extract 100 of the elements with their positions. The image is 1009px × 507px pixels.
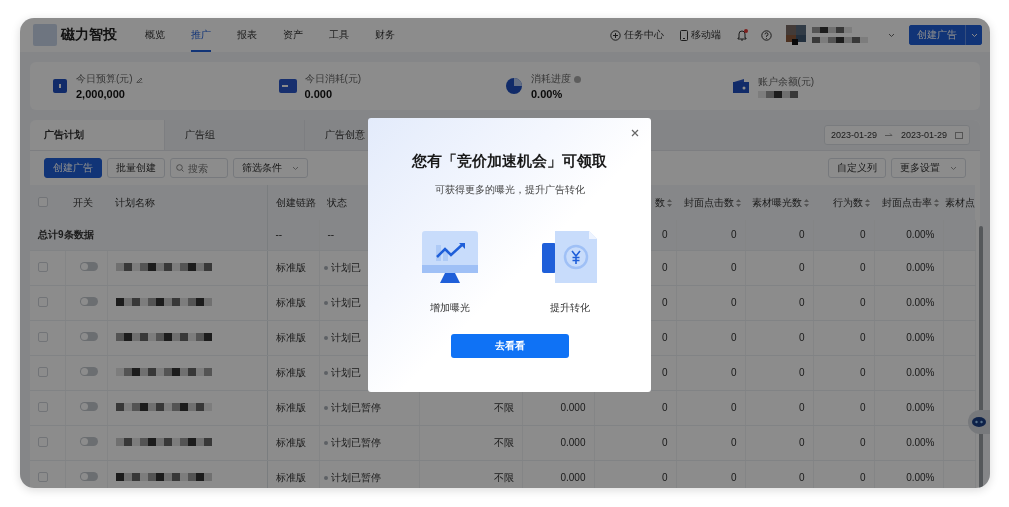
nav-tab[interactable]: 报表 <box>237 18 257 52</box>
tab[interactable]: 广告组 <box>165 120 305 150</box>
table-cell: 0 <box>730 262 737 273</box>
table-cell: 0 <box>661 229 668 241</box>
nav-tab[interactable]: 财务 <box>375 18 395 52</box>
column-header: 创建链路 <box>275 196 316 208</box>
calendar-icon <box>955 131 963 139</box>
stat-value: 0.000 <box>304 88 334 100</box>
toggle-switch[interactable] <box>79 472 98 481</box>
close-button[interactable] <box>631 129 639 137</box>
date-range-field[interactable]: 2023-01-29 2023-01-29 <box>823 125 970 145</box>
tab[interactable]: 广告计划 <box>30 120 165 150</box>
table-cell: 标准版 <box>275 296 306 308</box>
filter-dropdown[interactable]: 筛选条件 <box>233 158 308 178</box>
nav-tab[interactable]: 概览 <box>145 18 165 52</box>
checkbox[interactable] <box>38 296 48 307</box>
stat-label: 今日消耗(元) <box>304 72 362 86</box>
nav-tab[interactable]: 推广 <box>191 18 211 52</box>
toggle-switch[interactable] <box>79 437 98 446</box>
table-cell: 0.000 <box>560 472 586 483</box>
checkbox[interactable] <box>38 261 48 272</box>
toggle-switch[interactable] <box>79 262 98 271</box>
table-cell: 0 <box>798 297 805 308</box>
toggle-switch[interactable] <box>79 297 98 306</box>
sort-icon[interactable] <box>736 198 741 207</box>
table-cell: 0.00% <box>906 332 935 343</box>
table-cell: 0.00% <box>906 402 935 413</box>
table-cell: 0.000 <box>560 402 586 413</box>
table-cell: 0.000 <box>560 437 586 448</box>
sort-icon[interactable] <box>667 198 672 207</box>
column-header: 素材点 <box>945 196 975 208</box>
feature-label: 提升转化 <box>549 301 590 315</box>
table-cell: 0 <box>859 437 866 448</box>
column-header: 封面点击数 <box>684 196 734 208</box>
table-cell: 0 <box>798 472 805 483</box>
nav-tab[interactable]: 资产 <box>283 18 303 52</box>
help-icon[interactable] <box>761 29 772 41</box>
column-header: 计划名称 <box>115 196 155 208</box>
view-button[interactable]: 去看看 <box>450 334 569 358</box>
table-cell: 0 <box>859 262 866 273</box>
search-field[interactable]: 搜索 <box>170 158 228 178</box>
table-cell: 0 <box>661 332 668 343</box>
table-cell: 0 <box>730 297 737 308</box>
sort-icon[interactable] <box>934 198 939 207</box>
column-header: 素材曝光数 <box>752 196 802 208</box>
toggle-switch[interactable] <box>79 402 98 411</box>
create-ad-button[interactable]: 创建广告 <box>909 25 966 45</box>
phone-icon <box>680 29 688 41</box>
header-link[interactable]: 移动端 <box>680 28 721 42</box>
status-text: 计划已 <box>330 331 361 343</box>
total-label: 总计9条数据 <box>38 228 94 240</box>
batch-create-button[interactable]: 批量创建 <box>107 158 165 178</box>
table-cell: 0 <box>730 367 737 378</box>
table-cell: 0 <box>730 402 737 413</box>
checkbox[interactable] <box>38 401 48 412</box>
pixelated-name <box>812 27 852 33</box>
table-cell: 0.00% <box>906 229 935 241</box>
status-text: 计划已 <box>330 296 361 308</box>
custom-columns-button[interactable]: 自定义列 <box>828 158 886 178</box>
sort-icon[interactable] <box>865 198 870 207</box>
table-cell: 0 <box>661 262 668 273</box>
sort-icon[interactable] <box>804 198 809 207</box>
checkbox[interactable] <box>38 366 48 377</box>
checkbox[interactable] <box>38 196 48 207</box>
status-dot <box>323 335 328 340</box>
table-cell: 0 <box>798 402 805 413</box>
table-cell: 0 <box>661 402 668 413</box>
pencil-icon[interactable] <box>135 75 143 83</box>
nav-tab[interactable]: 工具 <box>329 18 349 52</box>
table-cell: 0.00% <box>906 472 935 483</box>
checkbox[interactable] <box>38 436 48 447</box>
caret-icon <box>970 32 978 38</box>
more-settings-dropdown[interactable]: 更多设置 <box>891 158 966 178</box>
avatar-icon <box>786 25 806 45</box>
table-cell: 0.00% <box>906 262 935 273</box>
arrow-icon <box>884 132 893 138</box>
status-text: 计划已暂停 <box>330 471 381 483</box>
stat-label: 消耗进度 <box>531 72 571 86</box>
table-cell: 0.00% <box>906 297 935 308</box>
scrollbar[interactable] <box>979 226 983 488</box>
table-cell: 0.00% <box>906 437 935 448</box>
toggle-switch[interactable] <box>79 367 98 376</box>
header-link[interactable]: 任务中心 <box>610 28 664 42</box>
table-cell: -- <box>327 229 335 241</box>
help-icon[interactable] <box>574 75 581 83</box>
bell-icon[interactable] <box>737 29 747 41</box>
table-cell: 0 <box>730 472 737 483</box>
stat-label: 账户余额(元) <box>757 74 815 89</box>
pixelated-name <box>812 37 868 43</box>
status-text: 计划已暂停 <box>330 436 381 448</box>
toggle-switch[interactable] <box>79 332 98 341</box>
close-icon <box>631 129 639 137</box>
table-cell: 0 <box>661 367 668 378</box>
table-cell: 0 <box>859 367 866 378</box>
wallet-icon <box>52 78 68 94</box>
create-ad-button[interactable]: 创建广告 <box>44 158 102 178</box>
table-cell: 0 <box>798 229 805 241</box>
checkbox[interactable] <box>38 331 48 342</box>
table-cell: 不限 <box>493 401 514 413</box>
checkbox[interactable] <box>38 471 48 482</box>
